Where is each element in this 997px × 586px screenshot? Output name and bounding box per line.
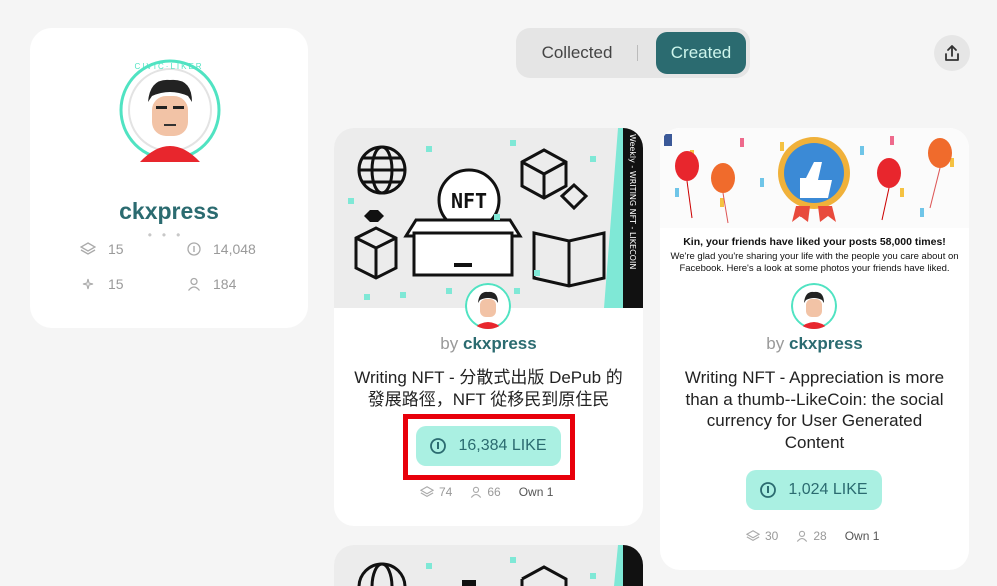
nft-cover-image: Kin, your friends have liked your posts … [660, 128, 969, 308]
author-avatar[interactable] [791, 283, 837, 329]
highlight-box [403, 414, 575, 480]
collections-count: 30 [746, 529, 778, 543]
person-icon [187, 277, 201, 291]
layers-icon [80, 242, 96, 255]
stat-value: 15 [108, 276, 124, 292]
owners-count: 28 [796, 529, 827, 543]
by-label: by [440, 334, 459, 353]
likecoin-icon [760, 482, 777, 498]
stat-likes: 14,048 [187, 241, 256, 257]
tab-divider [637, 45, 638, 61]
collections-count: 74 [420, 485, 452, 499]
tab-collected[interactable]: Collected [522, 32, 632, 74]
nft-title[interactable]: Writing NFT - 分散式出版 DePub 的發展路徑，NFT 從移民到… [354, 367, 623, 410]
nft-title[interactable]: Writing NFT - Appreciation is more than … [680, 367, 949, 453]
sparkle-icon [82, 278, 94, 290]
stat-value: 14,048 [213, 241, 256, 257]
profile-card: CIVIC·LIKER ckxpress ••• 15 14,048 15 18… [30, 28, 308, 328]
own-count: Own 1 [518, 485, 554, 499]
layers-icon [746, 530, 760, 542]
side-strip-text: Weekly - WRITING NFT - LIKECOIN [628, 134, 637, 269]
likecoin-icon [187, 242, 201, 256]
like-button[interactable]: 1,024 LIKE [746, 470, 882, 510]
nft-cover-image: NFT Weekly - WRITING NFT - LIKECOIN [334, 128, 643, 308]
nft-meta: 74 66 Own 1 [420, 485, 553, 499]
civic-liker-badge-text: CIVIC·LIKER [134, 62, 204, 71]
stat-value: 184 [213, 276, 237, 292]
collection-tabs: Collected Created [516, 28, 750, 78]
nft-card[interactable] [334, 545, 643, 586]
image-body: We're glad you're sharing your life with… [670, 251, 959, 274]
stat-created: 15 [80, 276, 124, 292]
stat-collected-classes: 15 [80, 241, 124, 257]
civic-liker-avatar[interactable] [118, 58, 222, 162]
author-avatar[interactable] [465, 283, 511, 329]
like-amount: 1,024 LIKE [788, 481, 868, 498]
nft-card[interactable]: Kin, your friends have liked your posts … [660, 128, 969, 570]
tab-created[interactable]: Created [656, 32, 746, 74]
nft-coin-text: NFT [451, 189, 487, 213]
nft-meta: 30 28 Own 1 [746, 529, 879, 543]
owners-count: 66 [470, 485, 501, 499]
nft-cover-image [334, 545, 643, 586]
author-name[interactable]: ckxpress [789, 334, 863, 353]
image-headline: Kin, your friends have liked your posts … [683, 236, 946, 248]
author-name[interactable]: ckxpress [463, 334, 537, 353]
author-byline: by ckxpress [334, 334, 643, 354]
own-count: Own 1 [844, 529, 880, 543]
stat-value: 15 [108, 241, 124, 257]
stat-supporters: 184 [187, 276, 236, 292]
author-byline: by ckxpress [660, 334, 969, 354]
by-label: by [766, 334, 785, 353]
share-icon [945, 45, 959, 61]
profile-username: ckxpress [119, 198, 219, 224]
share-button[interactable] [934, 35, 970, 71]
person-icon [471, 486, 482, 498]
person-icon [797, 530, 808, 542]
layers-icon [420, 486, 434, 498]
more-dots-icon[interactable]: ••• [30, 228, 308, 242]
nft-card[interactable]: NFT Weekly - WRITING NFT - LIKECOIN by c… [334, 128, 643, 526]
